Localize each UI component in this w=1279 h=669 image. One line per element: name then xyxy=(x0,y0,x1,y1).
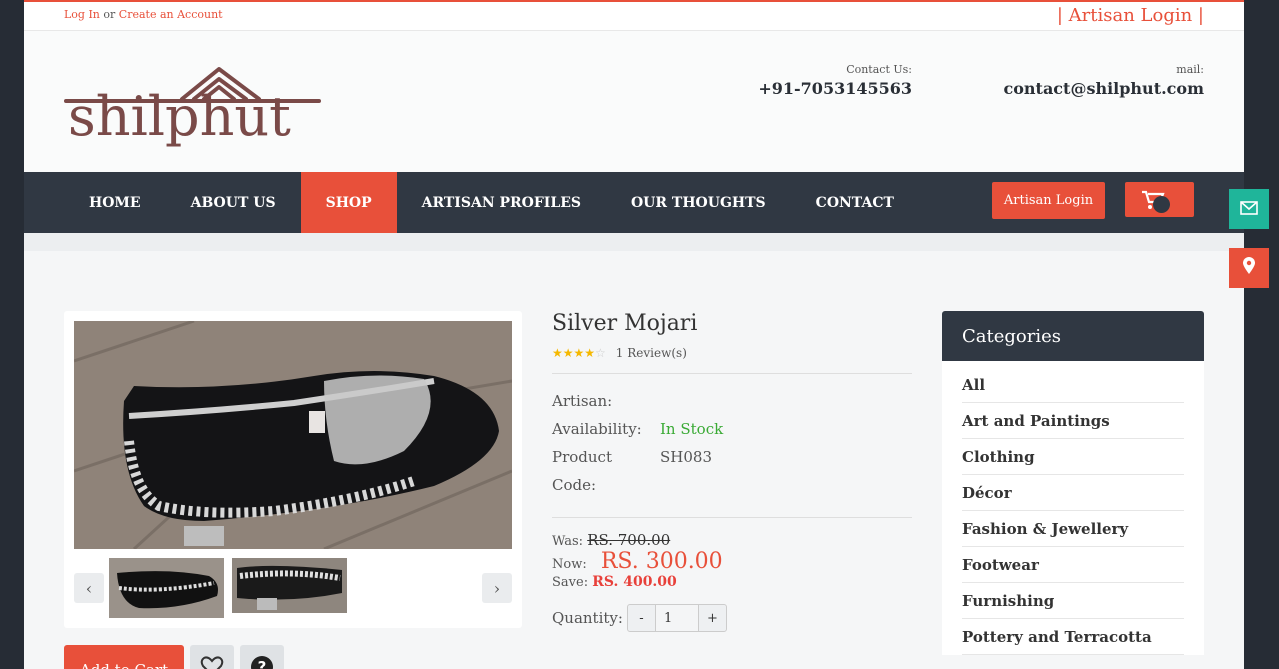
product-content: ‹ › Add to Cart ? Silver Mojari ★★★★☆ 1 … xyxy=(24,251,1244,669)
floating-mail-button[interactable] xyxy=(1229,189,1269,229)
quantity-increase-button[interactable]: + xyxy=(697,605,726,631)
divider-strip xyxy=(24,233,1244,251)
categories-title: Categories xyxy=(942,311,1204,361)
product-title: Silver Mojari xyxy=(552,311,698,336)
shilphut-logo[interactable]: shilphut xyxy=(64,59,324,153)
gallery-prev-arrow[interactable]: ‹ xyxy=(74,573,104,603)
header: shilphut Contact Us: +91-7053145563 mail… xyxy=(24,31,1244,172)
product-thumbnail-1[interactable] xyxy=(109,558,224,618)
floating-location-button[interactable] xyxy=(1229,248,1269,288)
add-to-cart-button[interactable]: Add to Cart xyxy=(64,645,184,669)
quantity-decrease-button[interactable]: - xyxy=(628,605,656,631)
envelope-icon xyxy=(1240,200,1258,219)
save-amount: RS. 400.00 xyxy=(592,574,677,590)
artisan-login-link-top[interactable]: | Artisan Login | xyxy=(1057,5,1204,26)
divider xyxy=(552,373,912,374)
category-clothing[interactable]: Clothing xyxy=(962,439,1184,475)
category-all[interactable]: All xyxy=(962,367,1184,403)
map-pin-icon xyxy=(1242,257,1256,279)
availability-value: In Stock xyxy=(660,420,724,438)
question-icon: ? xyxy=(250,655,274,669)
quantity-input[interactable]: 1 xyxy=(655,605,698,631)
category-art-and-paintings[interactable]: Art and Paintings xyxy=(962,403,1184,439)
now-price-row: Now: RS. 300.00 xyxy=(552,549,912,574)
artisan-login-button[interactable]: Artisan Login xyxy=(992,182,1105,219)
gallery-next-arrow[interactable]: › xyxy=(482,573,512,603)
wishlist-button[interactable] xyxy=(190,645,234,669)
product-code-row: Product Code: SH083 xyxy=(552,443,912,499)
nav-our-thoughts[interactable]: OUR THOUGHTS xyxy=(606,172,791,233)
svg-text:?: ? xyxy=(258,658,267,669)
nav-contact[interactable]: CONTACT xyxy=(791,172,919,233)
save-price-row: Save: RS. 400.00 xyxy=(552,574,912,590)
was-label: Was: xyxy=(552,534,584,549)
contact-label: Contact Us: xyxy=(846,63,912,76)
availability-row: Availability: In Stock xyxy=(552,415,912,443)
heart-icon xyxy=(200,655,224,669)
category-furnishing[interactable]: Furnishing xyxy=(962,583,1184,619)
divider xyxy=(552,517,912,518)
artisan-row: Artisan: xyxy=(552,387,912,415)
category-footwear[interactable]: Footwear xyxy=(962,547,1184,583)
artisan-label: Artisan: xyxy=(552,392,613,410)
now-label: Now: xyxy=(552,557,587,572)
contact-phone-block: Contact Us: +91-7053145563 xyxy=(758,63,912,98)
categories-list: All Art and Paintings Clothing Décor Fas… xyxy=(942,361,1204,655)
nav-home[interactable]: HOME xyxy=(64,172,166,233)
or-text: or xyxy=(103,8,116,21)
top-bar: Log In or Create an Account | Artisan Lo… xyxy=(24,0,1244,31)
product-code-value: SH083 xyxy=(660,448,712,466)
quantity-stepper: - 1 + xyxy=(626,604,727,632)
product-thumbnail-2[interactable] xyxy=(232,558,347,613)
phone-number[interactable]: +91-7053145563 xyxy=(758,79,912,98)
review-count[interactable]: 1 Review(s) xyxy=(616,346,687,360)
logo-text: shilphut xyxy=(68,85,291,148)
save-label: Save: xyxy=(552,575,589,590)
now-price: RS. 300.00 xyxy=(600,549,723,574)
create-account-link[interactable]: Create an Account xyxy=(119,8,223,21)
category-decor[interactable]: Décor xyxy=(962,475,1184,511)
nav-shop[interactable]: SHOP xyxy=(300,172,397,233)
email-address[interactable]: contact@shilphut.com xyxy=(1004,79,1205,98)
nav-about-us[interactable]: ABOUT US xyxy=(166,172,301,233)
product-code-label: Product Code: xyxy=(552,448,612,494)
availability-label: Availability: xyxy=(552,420,642,438)
cart-count-badge xyxy=(1153,196,1170,213)
was-price: RS. 700.00 xyxy=(587,531,671,549)
nav-artisan-profiles[interactable]: ARTISAN PROFILES xyxy=(397,172,606,233)
contact-mail-block: mail: contact@shilphut.com xyxy=(1004,63,1205,98)
quantity-row: Quantity: - 1 + xyxy=(552,604,912,632)
product-info: Silver Mojari ★★★★☆ 1 Review(s) Artisan:… xyxy=(552,311,912,632)
cart-button[interactable] xyxy=(1125,182,1194,217)
product-main-image[interactable] xyxy=(74,321,512,549)
rating-stars-icon: ★★★★☆ xyxy=(552,346,606,360)
question-button[interactable]: ? xyxy=(240,645,284,669)
mail-label: mail: xyxy=(1176,63,1204,76)
main-nav: HOME ABOUT US SHOP ARTISAN PROFILES OUR … xyxy=(24,172,1244,233)
product-rating: ★★★★☆ 1 Review(s) xyxy=(552,346,912,360)
categories-sidebar: Categories All Art and Paintings Clothin… xyxy=(942,311,1204,655)
quantity-label: Quantity: xyxy=(552,609,623,627)
page: Log In or Create an Account | Artisan Lo… xyxy=(24,0,1244,669)
login-link[interactable]: Log In xyxy=(64,8,100,21)
category-fashion-jewellery[interactable]: Fashion & Jewellery xyxy=(962,511,1184,547)
was-price-row: Was: RS. 700.00 xyxy=(552,531,912,549)
category-pottery-terracotta[interactable]: Pottery and Terracotta xyxy=(962,619,1184,655)
product-gallery: ‹ › xyxy=(64,311,522,628)
account-links: Log In or Create an Account xyxy=(64,8,223,21)
